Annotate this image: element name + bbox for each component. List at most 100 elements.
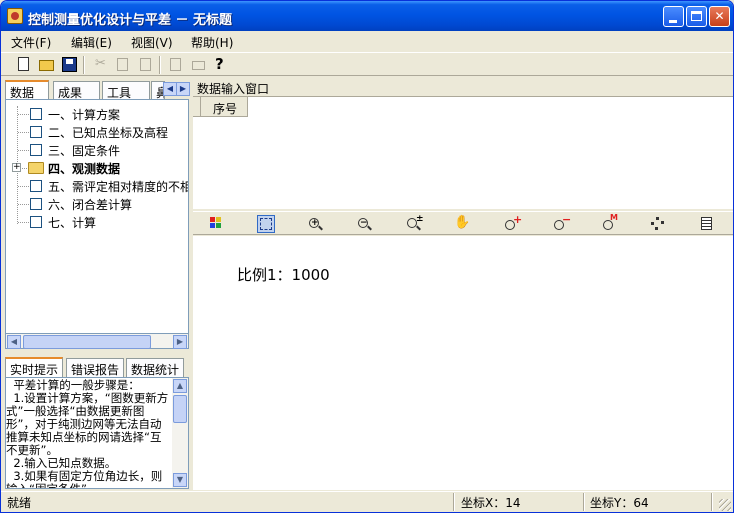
scroll-left-icon[interactable]: ◀ xyxy=(7,335,21,349)
tab-results[interactable]: 成果 xyxy=(53,81,100,100)
tab-label: 实时提示 xyxy=(10,363,59,377)
zoom-dynamic-button[interactable]: ± xyxy=(404,215,424,233)
paste-button[interactable] xyxy=(137,56,155,74)
network-points-button[interactable] xyxy=(649,215,667,233)
zoom-in-button[interactable]: + xyxy=(306,215,324,233)
move-point-button[interactable]: M xyxy=(600,213,618,233)
report-icon xyxy=(701,217,712,230)
point-style-button[interactable] xyxy=(209,215,227,233)
minimize-button[interactable] xyxy=(663,6,684,27)
scroll-down-icon[interactable]: ▼ xyxy=(173,473,187,487)
tab-label: 数据统计 xyxy=(131,363,180,377)
tree-item-fixed-conditions[interactable]: 三、固定条件 xyxy=(6,142,188,158)
tab-tools-label: 工具 xyxy=(107,86,132,100)
cut-button[interactable]: ✂ xyxy=(91,56,109,74)
scale-label: 比例1：1000 xyxy=(237,266,330,284)
print-preview-button[interactable] xyxy=(167,56,185,74)
hint-text: 平差计算的一般步骤是： 1.设置计算方案，“图数更新方式”一般选择“由数据更新图… xyxy=(6,378,169,489)
open-folder-icon xyxy=(39,60,54,71)
menu-help[interactable]: 帮助(H) xyxy=(191,34,233,51)
pan-button[interactable]: ✋ xyxy=(453,215,471,233)
scroll-up-icon[interactable]: ▲ xyxy=(173,379,187,393)
zoom-handle xyxy=(416,225,421,231)
column-header-index[interactable]: 序号 xyxy=(201,97,248,117)
tab-tools[interactable]: 工具 xyxy=(102,81,150,100)
move-mark: M xyxy=(610,213,618,222)
report-button[interactable] xyxy=(698,215,716,233)
toolbar-separator xyxy=(159,56,161,74)
open-button[interactable] xyxy=(38,56,56,74)
paste-icon xyxy=(140,58,151,71)
network-points-icon xyxy=(651,217,665,231)
help-button[interactable]: ? xyxy=(212,55,230,74)
tab-data-label: 数据 xyxy=(10,86,35,100)
tab-scroll-right-icon[interactable]: ▶ xyxy=(176,82,190,96)
tree-item-label: 四、观测数据 xyxy=(48,162,121,176)
document-icon xyxy=(30,108,42,120)
tab-data-statistics[interactable]: 数据统计 xyxy=(126,358,184,377)
scroll-right-icon[interactable]: ▶ xyxy=(173,335,187,349)
help-icon: ? xyxy=(215,55,224,73)
cut-icon: ✂ xyxy=(95,56,106,71)
expand-plus-icon[interactable]: + xyxy=(12,163,21,172)
zoom-out-mark: − xyxy=(360,218,368,228)
document-icon xyxy=(30,180,42,192)
print-button[interactable] xyxy=(190,56,208,74)
tree-item-observations[interactable]: + 四、观测数据 xyxy=(6,160,188,176)
delete-point-button[interactable]: − xyxy=(551,213,572,233)
zoom-out-button[interactable]: − xyxy=(355,215,373,233)
delete-mark: − xyxy=(562,213,572,226)
document-icon xyxy=(30,198,42,210)
row-header-corner xyxy=(193,97,201,117)
copy-icon xyxy=(117,58,128,71)
scroll-thumb[interactable] xyxy=(173,395,187,423)
tree-connector xyxy=(18,222,29,223)
menu-view[interactable]: 视图(V) xyxy=(131,34,173,51)
document-icon xyxy=(30,126,42,138)
tree-connector xyxy=(18,132,29,133)
title-bar[interactable]: 控制测量优化设计与平差 － 无标题 ✕ xyxy=(1,1,733,31)
save-button[interactable] xyxy=(61,56,79,74)
tab-data[interactable]: 数据 xyxy=(5,80,49,100)
status-separator xyxy=(711,493,713,511)
resize-grip-icon[interactable] xyxy=(719,499,731,511)
tab-scroll-left-icon[interactable]: ◀ xyxy=(163,82,177,96)
tree-item-label: 七、计算 xyxy=(48,216,97,230)
hint-panel: 平差计算的一般步骤是： 1.设置计算方案，“图数更新方式”一般选择“由数据更新图… xyxy=(5,377,189,489)
menu-bar: 文件(F) 编辑(E) 视图(V) 帮助(H) xyxy=(1,31,733,51)
folder-icon xyxy=(28,162,44,174)
tree-connector xyxy=(18,114,29,115)
copy-button[interactable] xyxy=(114,56,132,74)
add-point-button[interactable]: + xyxy=(502,213,522,233)
tree-item-compute[interactable]: 七、计算 xyxy=(6,214,188,230)
select-button[interactable] xyxy=(257,215,275,233)
main-toolbar: ✂ ? xyxy=(1,52,733,76)
status-separator xyxy=(583,493,585,511)
select-icon xyxy=(260,218,272,230)
graph-canvas[interactable]: 比例1：1000 xyxy=(193,236,733,490)
tree-item-relative-precision[interactable]: 五、需评定相对精度的不相 xyxy=(6,178,188,194)
new-button[interactable] xyxy=(15,56,33,74)
tree-item-calc-scheme[interactable]: 一、计算方案 xyxy=(6,106,188,122)
window-title: 控制测量优化设计与平差 － 无标题 xyxy=(28,13,233,28)
tree-item-known-points[interactable]: 二、已知点坐标及高程 xyxy=(6,124,188,140)
menu-edit[interactable]: 编辑(E) xyxy=(71,34,112,51)
toolbar-separator xyxy=(83,56,85,74)
status-separator xyxy=(453,493,455,511)
close-button[interactable]: ✕ xyxy=(709,6,730,27)
menu-file[interactable]: 文件(F) xyxy=(11,34,51,51)
tab-error-report[interactable]: 错误报告 xyxy=(66,358,124,377)
tree-horizontal-scrollbar[interactable]: ◀ ▶ xyxy=(5,333,189,349)
scroll-thumb[interactable] xyxy=(23,335,151,349)
hint-vertical-scrollbar[interactable]: ▲ ▼ xyxy=(172,378,188,488)
tab-realtime-hints[interactable]: 实时提示 xyxy=(5,357,63,377)
tree-item-closure[interactable]: 六、闭合差计算 xyxy=(6,196,188,212)
zoom-handle xyxy=(318,225,323,231)
point-style-icon xyxy=(210,217,225,231)
app-icon[interactable] xyxy=(7,8,23,24)
maximize-button[interactable] xyxy=(686,6,707,27)
status-ready: 就绪 xyxy=(7,496,32,510)
data-input-grid[interactable]: 序号 xyxy=(193,97,733,209)
save-icon xyxy=(62,57,77,72)
left-tab-strip: 数据 成果 工具 鼻 ◀ ▶ xyxy=(5,80,190,100)
